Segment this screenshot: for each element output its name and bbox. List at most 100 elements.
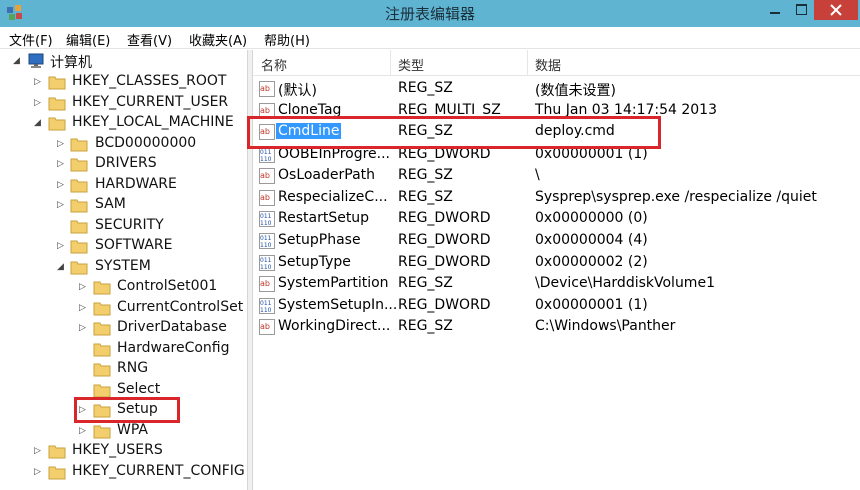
tree-label: CurrentControlSet [117,299,244,315]
value-type: REG_DWORD [398,297,491,313]
value-name: WorkingDirect... [278,318,391,334]
value-row[interactable]: 011 110 RestartSetup REG_DWORD 0x00000000… [253,208,860,230]
collapsed-arrow-icon[interactable]: ▷ [57,158,67,170]
value-row[interactable]: ab SystemPartition REG_SZ \Device\Harddi… [253,273,860,295]
tree-node-rng[interactable]: RNG [0,359,240,379]
tree-node-controlset001[interactable]: ▷ ControlSet001 [0,277,240,297]
folder-icon [93,322,111,336]
maximize-button[interactable] [788,0,814,20]
svg-text:ab: ab [260,84,270,93]
folder-icon [48,445,66,459]
tree-node-hardwareconfig[interactable]: HardwareConfig [0,339,240,359]
tree-label: DriverDatabase [117,319,227,335]
tree-node-hkey-classes-root[interactable]: ▷ HKEY_CLASSES_ROOT [0,72,240,92]
collapsed-arrow-icon[interactable]: ▷ [57,138,67,150]
value-data: \ [535,167,540,183]
binary-value-icon: 011110 [259,233,275,249]
value-type: REG_SZ [398,80,453,96]
tree-node-hkey-current-user[interactable]: ▷ HKEY_CURRENT_USER [0,93,240,113]
title-bar[interactable]: 注册表编辑器 [0,0,860,27]
tree-node-driverdatabase[interactable]: ▷ DriverDatabase [0,318,240,338]
column-header-name[interactable]: 名称 [261,55,287,74]
value-data: (数值未设置) [535,83,616,99]
menu-view[interactable]: 查看(V) [127,30,172,49]
tree-label: HKEY_CLASSES_ROOT [72,73,227,89]
binary-value-icon: 011110 [259,255,275,271]
folder-icon [70,199,88,213]
value-data: \Device\HarddiskVolume1 [535,275,715,291]
registry-tree[interactable]: ◢ 计算机 ▷ HKEY_CLASSES_ROOT ▷ HKEY_CURRENT… [0,50,247,490]
collapsed-arrow-icon[interactable]: ▷ [79,281,89,293]
value-row[interactable]: ab OsLoaderPath REG_SZ \ [253,165,860,187]
collapsed-arrow-icon[interactable]: ▷ [57,179,67,191]
tree-node-bcd00000000[interactable]: ▷ BCD00000000 [0,134,240,154]
collapsed-arrow-icon[interactable]: ▷ [57,240,67,252]
tree-node-currentcontrolset[interactable]: ▷ CurrentControlSet [0,298,244,318]
collapsed-arrow-icon[interactable]: ▷ [34,466,44,478]
tree-node-hkey-current-config[interactable]: ▷ HKEY_CURRENT_CONFIG [0,462,245,482]
tree-node-drivers[interactable]: ▷ DRIVERS [0,154,240,174]
tree-node-hkey-users[interactable]: ▷ HKEY_USERS [0,441,240,461]
highlight-box-setup [74,397,180,423]
collapsed-arrow-icon[interactable]: ▷ [79,322,89,334]
close-button[interactable] [814,0,858,20]
computer-icon [28,53,44,68]
folder-icon [70,240,88,254]
value-data: 0x00000004 (4) [535,232,648,248]
collapsed-arrow-icon[interactable]: ▷ [79,302,89,314]
value-name: RespecializeC... [278,189,388,205]
value-row[interactable]: 011 110 SystemSetupIn... REG_DWORD 0x0000… [253,295,860,317]
menu-file[interactable]: 文件(F) [9,30,53,49]
collapsed-arrow-icon[interactable]: ▷ [57,199,67,211]
expanded-arrow-icon[interactable]: ◢ [57,261,67,273]
value-row[interactable]: ab (默认) REG_SZ (数值未设置) [253,78,860,100]
collapsed-arrow-icon[interactable]: ▷ [79,425,89,437]
svg-text:ab: ab [260,106,270,115]
menu-favorites[interactable]: 收藏夹(A) [189,30,247,49]
folder-icon [70,138,88,152]
tree-node-system[interactable]: ◢ SYSTEM [0,257,240,277]
close-icon [830,4,842,16]
tree-node-software[interactable]: ▷ SOFTWARE [0,236,240,256]
value-row[interactable]: 011 110 SetupPhase REG_DWORD 0x00000004 (… [253,230,860,252]
folder-open-icon [70,261,88,275]
tree-node-security[interactable]: SECURITY [0,216,240,236]
tree-node-wpa[interactable]: ▷ WPA [0,421,240,441]
tree-node-hkey-local-machine[interactable]: ◢ HKEY_LOCAL_MACHINE [0,113,240,133]
folder-icon [48,466,66,480]
svg-text:011: 011 [260,257,272,264]
expanded-arrow-icon[interactable]: ◢ [13,55,23,67]
column-header-data[interactable]: 数据 [535,55,561,74]
value-data: 0x00000002 (2) [535,254,648,270]
tree-node-hardware[interactable]: ▷ HARDWARE [0,175,240,195]
tree-label: HKEY_CURRENT_USER [72,94,229,110]
value-name: SetupType [278,254,351,270]
menu-help[interactable]: 帮助(H) [264,30,310,49]
value-row[interactable]: 011 110 SetupType REG_DWORD 0x00000002 (2… [253,252,860,274]
value-type: REG_DWORD [398,232,491,248]
svg-text:ab: ab [260,193,270,202]
tree-label: HKEY_CURRENT_CONFIG [72,463,245,479]
folder-icon [93,343,111,357]
minimize-button[interactable] [762,0,788,20]
menu-bar: 文件(F) 编辑(E) 查看(V) 收藏夹(A) 帮助(H) [0,27,860,49]
column-divider[interactable] [527,50,528,76]
string-value-icon: ab [259,81,275,97]
collapsed-arrow-icon[interactable]: ▷ [34,76,44,88]
folder-icon [48,97,66,111]
value-name: SystemSetupIn... [278,297,398,313]
expanded-arrow-icon[interactable]: ◢ [34,117,44,129]
tree-node-sam[interactable]: ▷ SAM [0,195,240,215]
column-header-type[interactable]: 类型 [398,55,424,74]
collapsed-arrow-icon[interactable]: ▷ [34,445,44,457]
tree-label: SAM [95,196,126,212]
value-data: 0x00000001 (1) [535,297,648,313]
value-name: (默认) [278,83,317,99]
tree-node-computer[interactable]: ◢ 计算机 [0,51,240,71]
value-list[interactable]: 名称 类型 数据 ab (默认) REG_SZ (数值未设置) ab Clone… [247,50,860,490]
collapsed-arrow-icon[interactable]: ▷ [34,97,44,109]
column-divider[interactable] [390,50,391,76]
menu-edit[interactable]: 编辑(E) [66,30,110,49]
value-row[interactable]: ab RespecializeC... REG_SZ Sysprep\syspr… [253,187,860,209]
value-row[interactable]: ab WorkingDirect... REG_SZ C:\Windows\Pa… [253,316,860,338]
